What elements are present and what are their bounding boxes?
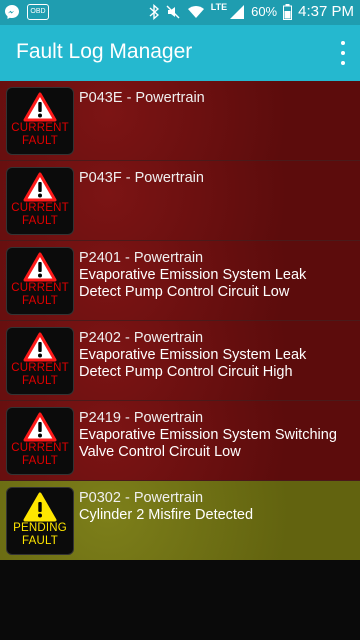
signal-icon [230, 4, 245, 19]
current-fault-badge: CURRENT FAULT [6, 247, 74, 315]
obd-icon: OBD [27, 4, 49, 20]
network-type-label: LTE [210, 1, 228, 12]
badge-line1: PENDING [13, 522, 67, 534]
fault-row[interactable]: PENDING FAULT P0302 - Powertrain Cylinde… [0, 481, 360, 560]
fault-code: P043E - Powertrain [79, 90, 205, 106]
current-fault-badge: CURRENT FAULT [6, 167, 74, 235]
warning-icon [23, 252, 57, 282]
fault-code: P2419 - Powertrain [79, 410, 204, 426]
warning-icon [23, 172, 57, 202]
overflow-menu-icon[interactable] [340, 41, 346, 65]
badge-line2: FAULT [22, 215, 58, 227]
page-title: Fault Log Manager [16, 40, 193, 63]
warning-icon [23, 492, 57, 522]
pending-fault-badge: PENDING FAULT [6, 487, 74, 555]
app-bar: Fault Log Manager [0, 25, 360, 81]
wifi-icon [187, 5, 204, 18]
battery-percent: 60% [251, 4, 278, 19]
current-fault-badge: CURRENT FAULT [6, 327, 74, 395]
badge-line1: CURRENT [11, 362, 69, 374]
fault-code: P043F - Powertrain [79, 170, 204, 186]
fault-code: P2402 - Powertrain [79, 330, 204, 346]
fault-description: Evaporative Emission System Switching Va… [79, 427, 337, 460]
badge-line2: FAULT [22, 535, 58, 547]
current-fault-badge: CURRENT FAULT [6, 87, 74, 155]
badge-line1: CURRENT [11, 202, 69, 214]
fault-code: P0302 - Powertrain [79, 490, 204, 506]
status-bar: OBD LTE 60% 4:37 PM [0, 0, 360, 25]
badge-line2: FAULT [22, 295, 58, 307]
warning-icon [23, 412, 57, 442]
clock: 4:37 PM [298, 3, 354, 20]
badge-line1: CURRENT [11, 122, 69, 134]
current-fault-badge: CURRENT FAULT [6, 407, 74, 475]
fault-row[interactable]: CURRENT FAULT P043E - Powertrain [0, 81, 360, 161]
warning-icon [23, 332, 57, 362]
fault-row[interactable]: CURRENT FAULT P2401 - Powertrain Evapora… [0, 241, 360, 321]
messenger-icon [5, 5, 19, 19]
badge-line2: FAULT [22, 375, 58, 387]
fault-description: Evaporative Emission System Leak Detect … [79, 267, 307, 300]
badge-line1: CURRENT [11, 282, 69, 294]
warning-icon [23, 92, 57, 122]
fault-row[interactable]: CURRENT FAULT P2419 - Powertrain Evapora… [0, 401, 360, 481]
badge-line1: CURRENT [11, 442, 69, 454]
fault-code: P2401 - Powertrain [79, 250, 204, 266]
mute-icon [166, 5, 180, 18]
battery-icon [283, 3, 293, 20]
fault-list: CURRENT FAULT P043E - Powertrain CURRENT… [0, 81, 360, 560]
badge-line2: FAULT [22, 455, 58, 467]
fault-row[interactable]: CURRENT FAULT P043F - Powertrain [0, 161, 360, 241]
fault-description: Evaporative Emission System Leak Detect … [79, 347, 307, 380]
badge-line2: FAULT [22, 135, 58, 147]
fault-row[interactable]: CURRENT FAULT P2402 - Powertrain Evapora… [0, 321, 360, 401]
bluetooth-icon [149, 3, 159, 20]
fault-description: Cylinder 2 Misfire Detected [79, 507, 254, 523]
